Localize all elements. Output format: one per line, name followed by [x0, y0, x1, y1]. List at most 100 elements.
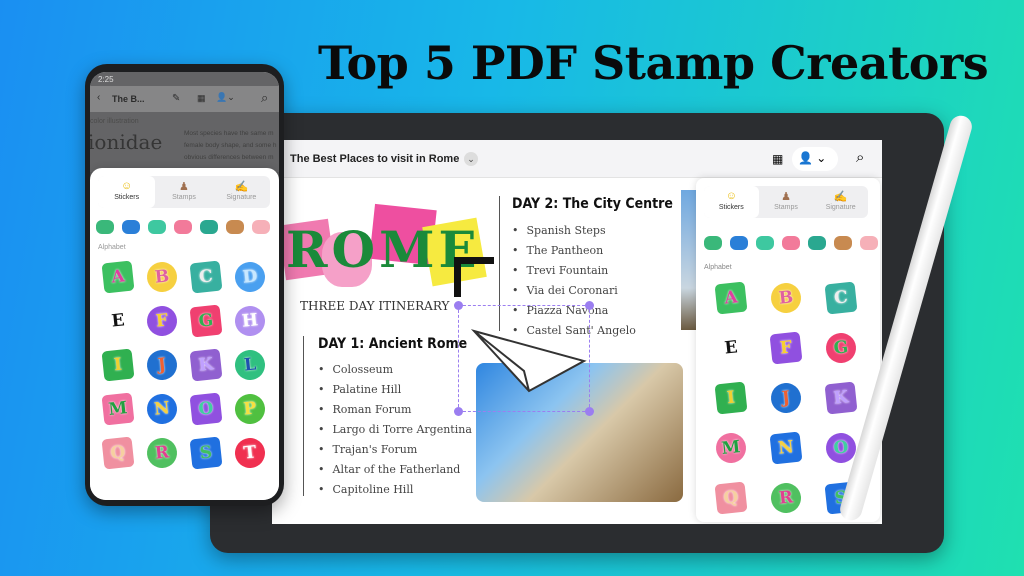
sticker-letter-o[interactable]: O — [189, 392, 223, 426]
resize-handle[interactable] — [454, 301, 463, 310]
sticker-thumbnail[interactable] — [704, 236, 722, 250]
sticker-thumbnail[interactable] — [226, 220, 244, 234]
tab-stamps[interactable]: ♟ Stamps — [155, 176, 212, 208]
resize-handle[interactable] — [585, 407, 594, 416]
tab-stickers[interactable]: ☺ Stickers — [704, 186, 759, 218]
itinerary-subtitle: THREE DAY ITINERARY — [300, 299, 450, 313]
sticker-thumbnail[interactable] — [756, 236, 774, 250]
resize-handle[interactable] — [454, 407, 463, 416]
sticker-letter-s[interactable]: S — [189, 436, 223, 470]
day2-heading: DAY 2: The City Centre — [512, 196, 673, 212]
sticker-thumbnail[interactable] — [860, 236, 878, 250]
list-item: Altar of the Fatherland — [318, 460, 472, 480]
sticker-thumbnail[interactable] — [834, 236, 852, 250]
sticker-letter-k[interactable]: K — [189, 348, 223, 382]
list-item: Roman Forum — [318, 400, 472, 420]
sticker-thumbnail[interactable] — [252, 220, 270, 234]
sticker-letter-t[interactable]: T — [233, 436, 267, 470]
tab-stickers[interactable]: ☺ Stickers — [98, 176, 156, 208]
sticker-letter-e[interactable]: E — [714, 331, 748, 365]
document-title: The Best Places to visit in Rome — [290, 153, 460, 165]
sticker-letter-p[interactable]: P — [233, 392, 267, 426]
phone-screen: 2:25 ‹ The B... ✎ ▦ 👤⌄ ⌕ color illustrat… — [90, 72, 279, 500]
sticker-letter-n[interactable]: N — [145, 392, 179, 426]
list-item: Palatine Hill — [318, 380, 472, 400]
rome-art-word: ROME — [286, 220, 481, 279]
recent-stickers — [704, 236, 882, 255]
stamp-selection-box[interactable] — [454, 301, 594, 416]
sticker-thumbnail[interactable] — [782, 236, 800, 250]
sticker-letter-m[interactable]: M — [101, 392, 135, 426]
sticker-letter-c[interactable]: C — [824, 281, 858, 315]
sticker-letter-j[interactable]: J — [145, 348, 179, 382]
sticker-thumbnail[interactable] — [200, 220, 218, 234]
sticker-letter-o[interactable]: O — [824, 431, 858, 465]
tab-label: Stickers — [114, 194, 140, 201]
list-item: Via dei Coronari — [512, 281, 636, 301]
tab-label: Stamps — [774, 204, 798, 211]
smiley-icon: ☺ — [121, 180, 133, 192]
paper-plane-icon — [470, 329, 587, 393]
list-item: Trajan's Forum — [318, 440, 472, 460]
resize-handle[interactable] — [585, 301, 594, 310]
search-icon[interactable]: ⌕ — [856, 149, 864, 166]
tab-label: Stamps — [172, 194, 196, 201]
section-label: Alphabet — [704, 264, 732, 271]
stamp-icon: ♟ — [179, 181, 189, 193]
sticker-letter-j[interactable]: J — [769, 381, 803, 415]
sticker-thumbnail[interactable] — [148, 220, 166, 234]
tab-stamps[interactable]: ♟ Stamps — [759, 186, 814, 218]
sticker-thumbnail[interactable] — [122, 220, 140, 234]
signature-icon: ✍ — [234, 181, 249, 193]
tab-label: Stickers — [718, 204, 744, 211]
sticker-letter-b[interactable]: B — [769, 281, 803, 315]
sticker-letter-g[interactable]: G — [824, 331, 858, 365]
tab-signature[interactable]: ✍ Signature — [213, 176, 270, 208]
sticker-letter-q[interactable]: Q — [714, 481, 748, 515]
sticker-letter-f[interactable]: F — [769, 331, 803, 365]
sticker-letter-i[interactable]: I — [714, 381, 748, 415]
tablet-screen: The Best Places to visit in Rome ⌄ ▦ 👤 ⌄… — [272, 140, 882, 524]
stamp-user-icon[interactable]: 👤 ⌄ — [792, 147, 838, 171]
tab-label: Signature — [825, 204, 856, 211]
sticker-thumbnail[interactable] — [808, 236, 826, 250]
section-label: Alphabet — [98, 244, 126, 251]
sticker-letter-l[interactable]: L — [233, 348, 267, 382]
sticker-letter-k[interactable]: K — [824, 381, 858, 415]
sticker-tabs: ☺ Stickers ♟ Stamps ✍ Signature — [704, 186, 868, 218]
tab-label: Signature — [226, 194, 257, 201]
sticker-letter-r[interactable]: R — [145, 436, 179, 470]
sticker-letter-h[interactable]: H — [233, 304, 267, 338]
sticker-thumbnail[interactable] — [96, 220, 114, 234]
sticker-letter-a[interactable]: A — [101, 260, 135, 294]
sticker-letter-b[interactable]: B — [145, 260, 179, 294]
chevron-down-icon[interactable]: ⌄ — [464, 152, 478, 166]
smiley-icon: ☺ — [725, 190, 737, 202]
sticker-thumbnail[interactable] — [174, 220, 192, 234]
status-time: 2:25 — [98, 75, 114, 84]
sticker-letter-g[interactable]: G — [189, 304, 223, 338]
list-item: Spanish Steps — [512, 221, 636, 241]
sticker-letter-n[interactable]: N — [769, 431, 803, 465]
list-item: Largo di Torre Argentina — [318, 420, 472, 440]
sticker-letter-a[interactable]: A — [714, 281, 748, 315]
sticker-letter-e[interactable]: E — [101, 304, 135, 338]
sticker-letter-m[interactable]: M — [714, 431, 748, 465]
sticker-panel: ☺ Stickers ♟ Stamps ✍ Signature Alphabet ABCD… — [90, 168, 279, 500]
list-item: The Pantheon — [512, 241, 636, 261]
sticker-letter-c[interactable]: C — [189, 260, 223, 294]
sticker-tabs: ☺ Stickers ♟ Stamps ✍ Signature — [98, 176, 270, 208]
list-item: Trevi Fountain — [512, 261, 636, 281]
sticker-thumbnail[interactable] — [730, 236, 748, 250]
stamp-icon: ♟ — [781, 191, 791, 203]
headline: Top 5 PDF Stamp Creators — [318, 36, 989, 90]
divider — [303, 336, 304, 496]
translate-icon[interactable]: ▦ — [772, 152, 783, 166]
list-item: Capitoline Hill — [318, 480, 472, 500]
sticker-letter-q[interactable]: Q — [101, 436, 135, 470]
sticker-letter-r[interactable]: R — [769, 481, 803, 515]
sticker-letter-i[interactable]: I — [101, 348, 135, 382]
tab-signature[interactable]: ✍ Signature — [813, 186, 868, 218]
sticker-letter-d[interactable]: D — [233, 260, 267, 294]
sticker-letter-f[interactable]: F — [145, 304, 179, 338]
